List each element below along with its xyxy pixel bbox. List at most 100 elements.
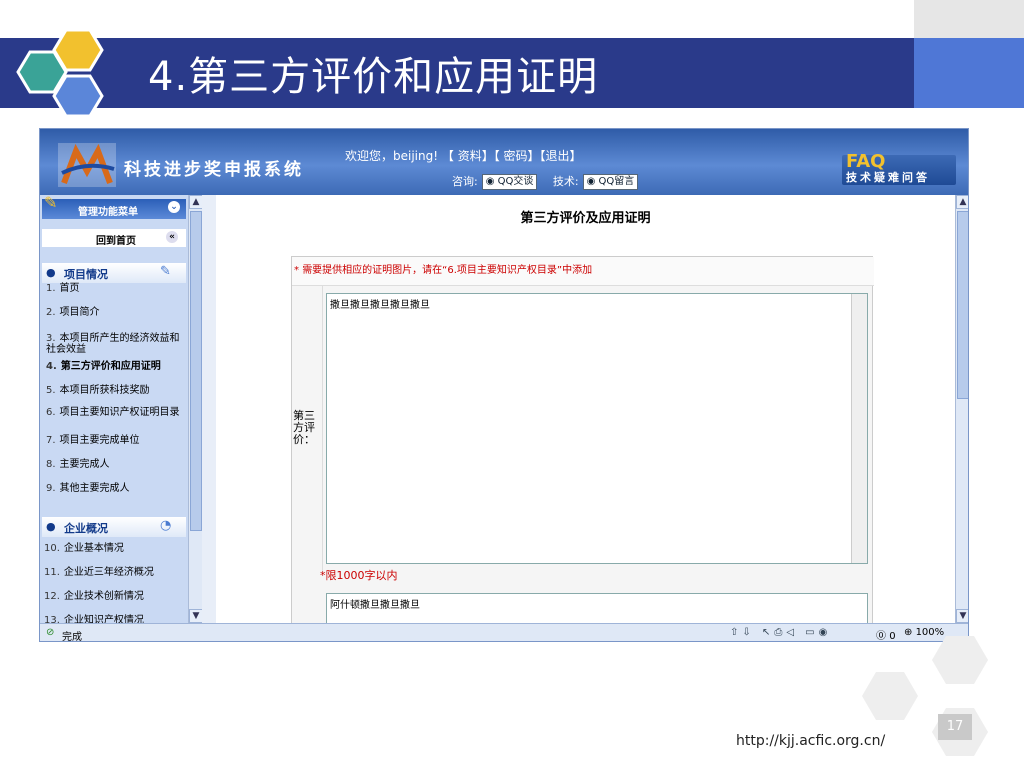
evaluation-text: 撒旦撒旦撒旦撒旦撒旦 bbox=[330, 300, 430, 311]
status-bar: ⊘ 完成 ⇧⇩ ↖⎙◁ ▭◉ ⓪ 0 ⊕ 100% bbox=[40, 623, 968, 642]
scroll-down-icon[interactable]: ▼ bbox=[956, 609, 968, 623]
collapse-menu-icon[interactable]: ⌄ bbox=[168, 201, 180, 213]
item-number: 1. bbox=[46, 283, 56, 294]
consult-label: 咨询: bbox=[452, 175, 478, 188]
toolbar-icons[interactable]: ⇧⇩ ↖⎙◁ ▭◉ bbox=[730, 627, 831, 638]
section-company-title: 企业概况 bbox=[64, 522, 108, 535]
item-number: 3. bbox=[46, 333, 56, 344]
welcome-line: 欢迎您，beijing! 【 资料】【 密码】【退出】 bbox=[345, 147, 582, 164]
sidebar-item-2[interactable]: 2. 项目简介 bbox=[46, 307, 186, 318]
tech-label: 技术: bbox=[552, 175, 579, 188]
sidebar-item-10[interactable]: 10. 企业基本情况 bbox=[44, 543, 184, 554]
item-label: 企业知识产权情况 bbox=[63, 615, 144, 623]
back-home-row[interactable]: 回到首页 « bbox=[42, 229, 186, 247]
qq-message-button[interactable]: ◉ QQ留言 bbox=[582, 174, 639, 190]
qq-chat-button[interactable]: ◉ QQ交谈 bbox=[481, 174, 538, 190]
item-number: 8. bbox=[46, 459, 56, 470]
menu-header: ✎ 管理功能菜单 ⌄ bbox=[42, 195, 186, 219]
qq-chat-label: QQ交谈 bbox=[497, 176, 534, 187]
item-label: 项目主要知识产权证明目录 bbox=[59, 407, 180, 418]
faq-caption: 技术疑难问答 bbox=[846, 171, 930, 184]
field-label: 第三方评价： bbox=[293, 409, 315, 446]
section-company[interactable]: ● 企业概况 ◔ bbox=[42, 517, 186, 537]
item-number: 2. bbox=[46, 307, 56, 318]
sidebar-item-11[interactable]: 11. 企业近三年经济概况 bbox=[44, 567, 184, 578]
logout-link[interactable]: 【退出】 bbox=[540, 149, 582, 163]
app-logo-icon bbox=[58, 143, 116, 187]
sidebar-item-6[interactable]: 6. 项目主要知识产权证明目录 bbox=[46, 407, 186, 418]
evaluation-textarea[interactable]: 撒旦撒旦撒旦撒旦撒旦 bbox=[326, 293, 868, 564]
item-number: 13. bbox=[44, 615, 60, 623]
sidebar-item-8[interactable]: 8. 主要完成人 bbox=[46, 459, 186, 470]
item-label: 企业近三年经济概况 bbox=[63, 567, 154, 578]
profile-link[interactable]: 【 资料】 bbox=[442, 149, 494, 163]
scroll-up-icon[interactable]: ▲ bbox=[189, 195, 203, 209]
item-label: 其他主要完成人 bbox=[59, 483, 130, 494]
application-text: 阿什顿撒旦撒旦撒旦 bbox=[330, 600, 420, 611]
item-label: 企业基本情况 bbox=[63, 543, 124, 554]
sidebar-item-13[interactable]: 13. 企业知识产权情况 bbox=[44, 615, 184, 623]
application-textarea[interactable]: 阿什顿撒旦撒旦撒旦 bbox=[326, 593, 868, 623]
scroll-down-icon[interactable]: ▼ bbox=[189, 609, 203, 623]
sidebar-item-7[interactable]: 7. 项目主要完成单位 bbox=[46, 435, 186, 446]
item-label: 企业技术创新情况 bbox=[63, 591, 144, 602]
sidebar-scroll-thumb[interactable] bbox=[190, 211, 202, 531]
page-number: 17 bbox=[938, 714, 972, 740]
menu-title: 管理功能菜单 bbox=[78, 207, 138, 218]
sidebar-scrollbar[interactable]: ▲ ▼ bbox=[188, 195, 203, 623]
item-label: 本项目所获科技奖励 bbox=[59, 385, 150, 396]
item-number: 7. bbox=[46, 435, 56, 446]
slide-title: 4.第三方评价和应用证明 bbox=[148, 54, 599, 100]
edit-icon: ✎ bbox=[160, 264, 171, 279]
sidebar-item-9[interactable]: 9. 其他主要完成人 bbox=[46, 483, 186, 494]
password-link[interactable]: 【 密码】 bbox=[494, 149, 540, 163]
footer-url[interactable]: http://kjj.acfic.org.cn/ bbox=[736, 733, 885, 749]
back-home-label: 回到首页 bbox=[96, 236, 136, 247]
section-project[interactable]: ● 项目情况 ✎ bbox=[42, 263, 186, 283]
main-scrollbar[interactable]: ▲ ▼ bbox=[955, 195, 968, 623]
section-project-title: 项目情况 bbox=[64, 268, 108, 281]
item-label: 本项目所产生的经济效益和社会效益 bbox=[46, 333, 180, 355]
evaluation-form: * 需要提供相应的证明图片，请在“6.项目主要知识产权目录”中添加 第三方评价：… bbox=[291, 256, 874, 623]
splitter[interactable] bbox=[202, 195, 216, 623]
sidebar-item-1[interactable]: 1. 首页 bbox=[46, 283, 186, 294]
textarea-scrollbar[interactable] bbox=[851, 294, 867, 563]
item-number: 10. bbox=[44, 543, 60, 554]
item-number: 5. bbox=[46, 385, 56, 396]
item-label: 第三方评价和应用证明 bbox=[60, 361, 161, 372]
item-label: 首页 bbox=[59, 283, 80, 294]
faq-button[interactable]: FAQ 技术疑难问答 bbox=[842, 151, 956, 185]
main-content: 第三方评价及应用证明 * 需要提供相应的证明图片，请在“6.项目主要知识产权目录… bbox=[216, 195, 955, 623]
sidebar-item-5[interactable]: 5. 本项目所获科技奖励 bbox=[46, 385, 186, 396]
sidebar-item-4[interactable]: 4. 第三方评价和应用证明 bbox=[46, 361, 186, 372]
title-accent-block bbox=[914, 38, 1024, 108]
system-name: 科技进步奖申报系统 bbox=[124, 160, 304, 180]
hexagon-logo-icon bbox=[16, 28, 104, 118]
item-number: 9. bbox=[46, 483, 56, 494]
scroll-up-icon[interactable]: ▲ bbox=[956, 195, 968, 209]
sidebar-item-3[interactable]: 3. 本项目所产生的经济效益和社会效益 bbox=[46, 333, 186, 355]
page-heading: 第三方评价及应用证明 bbox=[520, 211, 651, 226]
main-scroll-thumb[interactable] bbox=[957, 211, 968, 399]
chart-icon: ◔ bbox=[160, 518, 172, 533]
qq-message-label: QQ留言 bbox=[598, 176, 635, 187]
field-label-cell: 第三方评价： bbox=[292, 286, 323, 576]
menu-icon: ✎ bbox=[44, 195, 58, 212]
bullet-icon: ● bbox=[46, 520, 56, 533]
sidebar-item-12[interactable]: 12. 企业技术创新情况 bbox=[44, 591, 184, 602]
support-line: 咨询: ◉ QQ交谈 技术: ◉ QQ留言 bbox=[452, 173, 642, 190]
collapse-sidebar-icon[interactable]: « bbox=[166, 231, 178, 243]
done-icon: ⊘ bbox=[46, 627, 55, 638]
app-screenshot: 科技进步奖申报系统 欢迎您，beijing! 【 资料】【 密码】【退出】 咨询… bbox=[39, 128, 969, 642]
note-text: 需要提供相应的证明图片，请在“6.项目主要知识产权目录”中添加 bbox=[302, 265, 593, 276]
item-label: 主要完成人 bbox=[59, 459, 110, 470]
item-label: 项目简介 bbox=[59, 307, 100, 318]
sidebar: ✎ 管理功能菜单 ⌄ 回到首页 « ● 项目情况 ✎ 1. 首页 2. 项目简介 3. 本… bbox=[40, 195, 188, 623]
item-number: 6. bbox=[46, 407, 56, 418]
item-number: 4. bbox=[46, 361, 57, 372]
status-text: 完成 bbox=[62, 632, 82, 642]
char-limit: *限1000字以内 bbox=[320, 569, 398, 582]
app-header: 科技进步奖申报系统 欢迎您，beijing! 【 资料】【 密码】【退出】 咨询… bbox=[40, 129, 968, 195]
bullet-icon: ● bbox=[46, 266, 56, 279]
note-star: * bbox=[294, 265, 299, 276]
